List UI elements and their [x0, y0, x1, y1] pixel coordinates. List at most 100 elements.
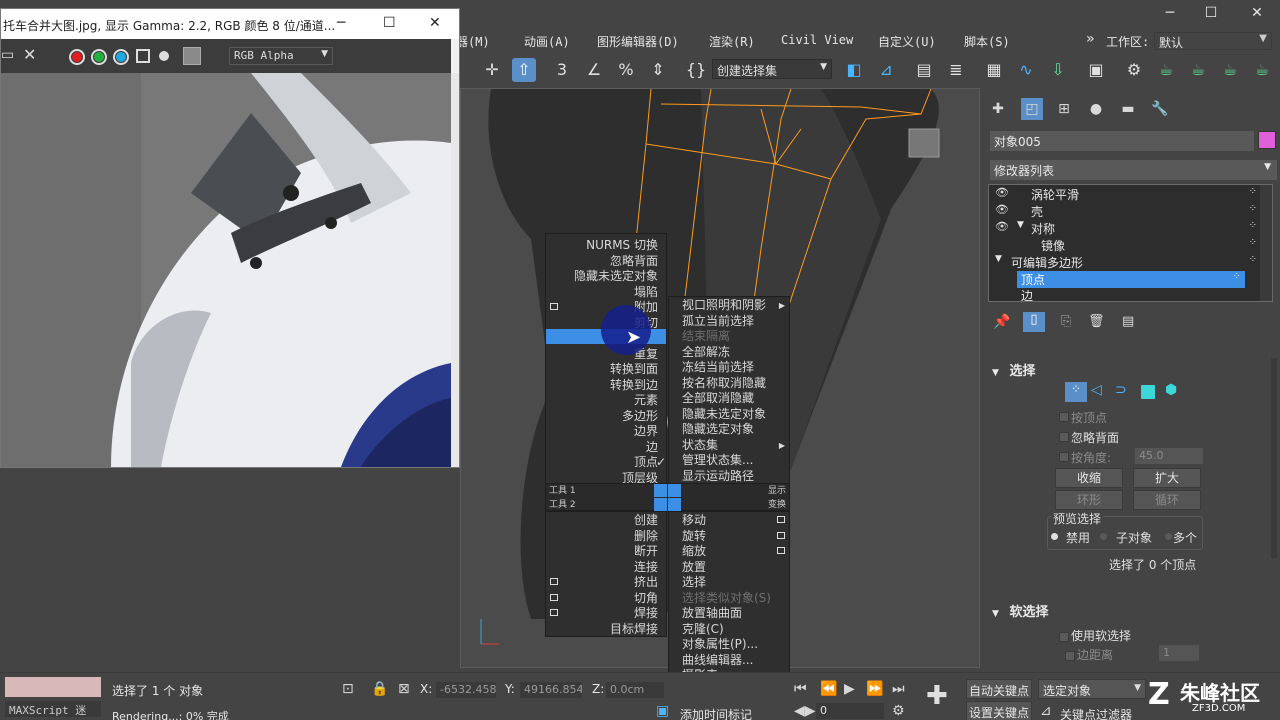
quad-menu-item[interactable]: 旋转 [682, 529, 706, 544]
set-key-button[interactable]: 设置关键点 [966, 701, 1032, 720]
snap-3d-icon[interactable]: 3 [550, 58, 574, 82]
panel-scrollbar[interactable] [1271, 358, 1277, 558]
stack-item[interactable]: 👁 壳 ⁘ [989, 203, 1261, 220]
configure-sets-icon[interactable]: ▤ [1122, 314, 1134, 329]
object-name-field[interactable]: 对象005 [990, 131, 1254, 151]
close-icon[interactable]: ✕ [1243, 5, 1271, 25]
quad-menu-item[interactable]: 管理状态集... [682, 453, 753, 468]
remove-modifier-icon[interactable]: 🗑 [1088, 314, 1105, 329]
quad-menu-item[interactable]: 视口照明和阴影 [682, 298, 766, 313]
isolate-selection-icon[interactable]: ⊡ [342, 681, 354, 697]
render-setup-icon[interactable]: ⚙ [1122, 58, 1146, 82]
polygon-mode-icon[interactable] [1141, 385, 1155, 399]
quad-menu-item[interactable]: 多边形 [622, 409, 658, 424]
menu-animation[interactable]: 动画(A) [524, 33, 570, 50]
selected-object-dropdown[interactable]: 选定对象 ▼ [1038, 679, 1146, 699]
workspace-dropdown[interactable]: 默认 ▼ [1154, 32, 1272, 50]
stack-item[interactable]: 👁 涡轮平滑 ⁘ [989, 186, 1261, 203]
menu-customize[interactable]: 自定义(U) [878, 33, 936, 50]
channel-dropdown[interactable]: RGB Alpha ▼ [229, 47, 333, 65]
x-coordinate-field[interactable]: -6532.458 [436, 682, 496, 698]
border-mode-icon[interactable]: ⊃ [1115, 382, 1127, 398]
set-key-icon[interactable]: ✚ [926, 681, 948, 711]
key-filters-label[interactable]: 关键点过滤器 [1060, 706, 1132, 720]
quad-menu-item[interactable]: 忽略背面 [610, 254, 658, 269]
element-mode-icon[interactable]: ⬢ [1165, 382, 1177, 398]
quad-menu-item[interactable]: 转换到面 [610, 362, 658, 377]
material-editor-icon[interactable]: ▣ [1084, 58, 1108, 82]
menu-civil-view[interactable]: Civil View [781, 33, 853, 47]
quad-menu-item[interactable]: 放置 [682, 560, 706, 575]
align-icon[interactable]: ⊿ [874, 58, 898, 82]
quad-menu-item[interactable]: 隐藏选定对象 [682, 422, 754, 437]
stack-item[interactable]: 镜像 ⁘ [989, 237, 1261, 254]
monochrome-icon[interactable] [159, 51, 169, 61]
quad-menu-item[interactable]: 对象属性(P)... [682, 637, 758, 652]
clear-icon[interactable]: ✕ [23, 45, 36, 64]
stack-scrollbar[interactable] [1260, 185, 1272, 301]
select-object-icon[interactable]: ⇧ [512, 58, 536, 82]
pin-stack-icon[interactable]: 📌 [993, 314, 1010, 330]
previous-frame-icon[interactable]: ⏪ [820, 681, 837, 697]
settings-box-icon[interactable] [777, 531, 785, 539]
quad-menu-item[interactable]: 缩放 [682, 544, 706, 559]
quad-selector[interactable] [668, 484, 681, 497]
mirror-icon[interactable]: ◧ [842, 58, 866, 82]
add-time-tag-label[interactable]: 添加时间标记 [680, 706, 752, 720]
settings-box-icon[interactable] [550, 303, 558, 310]
modifier-list-dropdown[interactable]: 修改器列表 ▼ [990, 160, 1277, 180]
expand-icon[interactable]: ▼ [1017, 220, 1024, 230]
settings-box-icon[interactable] [777, 547, 785, 554]
ribbon-icon[interactable]: ▦ [982, 58, 1006, 82]
quad-menu-item[interactable]: 选择 [682, 575, 706, 590]
go-to-end-icon[interactable]: ⏭ [892, 681, 905, 697]
edge-distance-checkbox[interactable] [1065, 651, 1075, 661]
quad-menu-item[interactable]: 删除 [634, 529, 658, 544]
quad-menu-item[interactable]: 选择类似对象(S) [682, 591, 771, 606]
display-tab-icon[interactable]: ▬ [1117, 98, 1139, 120]
quad-menu-item[interactable]: 放置轴曲面 [682, 606, 742, 621]
maxscript-mini-listener[interactable]: MAXScript 迷 [5, 701, 101, 717]
quad-menu-item[interactable]: 目标焊接 [610, 622, 658, 637]
quad-menu-item[interactable]: 全部解冻 [682, 345, 730, 360]
loop-button[interactable]: 循环 [1133, 490, 1201, 510]
menu-modifiers[interactable]: 器(M) [456, 33, 490, 50]
named-selection-sets-icon[interactable]: {} [684, 58, 708, 82]
quad-menu-item[interactable]: 克隆(C) [682, 622, 724, 637]
quad-menu-item[interactable]: 断开 [634, 544, 658, 559]
absolute-mode-icon[interactable]: ⊠ [398, 681, 410, 697]
edge-mode-icon[interactable]: ◁ [1091, 382, 1102, 398]
menu-graph-editors[interactable]: 图形编辑器(D) [597, 33, 679, 50]
quad-menu-item[interactable]: 塌陷 [634, 285, 658, 300]
next-frame-icon[interactable]: ⏩ [866, 681, 883, 697]
preview-subobject-radio[interactable] [1100, 533, 1107, 540]
settings-box-icon[interactable] [550, 593, 558, 601]
quad-menu-item[interactable]: 创建 [634, 513, 658, 528]
quad-menu-item[interactable]: 结束隔离 [682, 329, 730, 344]
quad-selector[interactable] [668, 498, 681, 511]
quad-menu-item[interactable]: 显示运动路径 [682, 469, 754, 484]
render-production-icon[interactable]: ☕ [1186, 58, 1210, 82]
key-filters-icon[interactable]: ⊿ [1040, 703, 1052, 719]
soft-selection-rollout-header[interactable]: ▼ 软选择 [988, 601, 1263, 623]
time-configuration-icon[interactable]: ⚙ [892, 703, 905, 719]
current-frame-field[interactable]: 0 [816, 703, 884, 719]
quad-menu-item[interactable]: 切角 [634, 591, 658, 606]
quad-menu-item[interactable]: 顶点 [634, 455, 658, 470]
quad-menu-item[interactable]: 全部取消隐藏 [682, 391, 754, 406]
background-color-swatch[interactable] [183, 47, 201, 65]
angle-snap-icon[interactable]: ∠ [582, 58, 606, 82]
minimize-icon[interactable]: ─ [1156, 5, 1184, 25]
ignore-backfacing-checkbox[interactable] [1059, 432, 1069, 442]
render-activeshade-icon[interactable]: ☕ [1250, 58, 1274, 82]
double-chevron-icon[interactable]: » [1086, 31, 1094, 47]
quad-menu-item[interactable]: 连接 [634, 560, 658, 575]
eye-icon[interactable]: 👁 [995, 220, 1009, 233]
vertex-mode-icon[interactable]: ⁘ [1065, 382, 1087, 402]
shrink-button[interactable]: 收缩 [1055, 468, 1123, 488]
maximize-icon[interactable]: ☐ [383, 15, 396, 31]
key-mode-icon[interactable]: ◀▶ [794, 703, 816, 719]
quad-menu-item[interactable]: 焊接 [634, 606, 658, 621]
object-color-swatch[interactable] [1258, 131, 1276, 149]
settings-box-icon[interactable] [777, 516, 785, 523]
